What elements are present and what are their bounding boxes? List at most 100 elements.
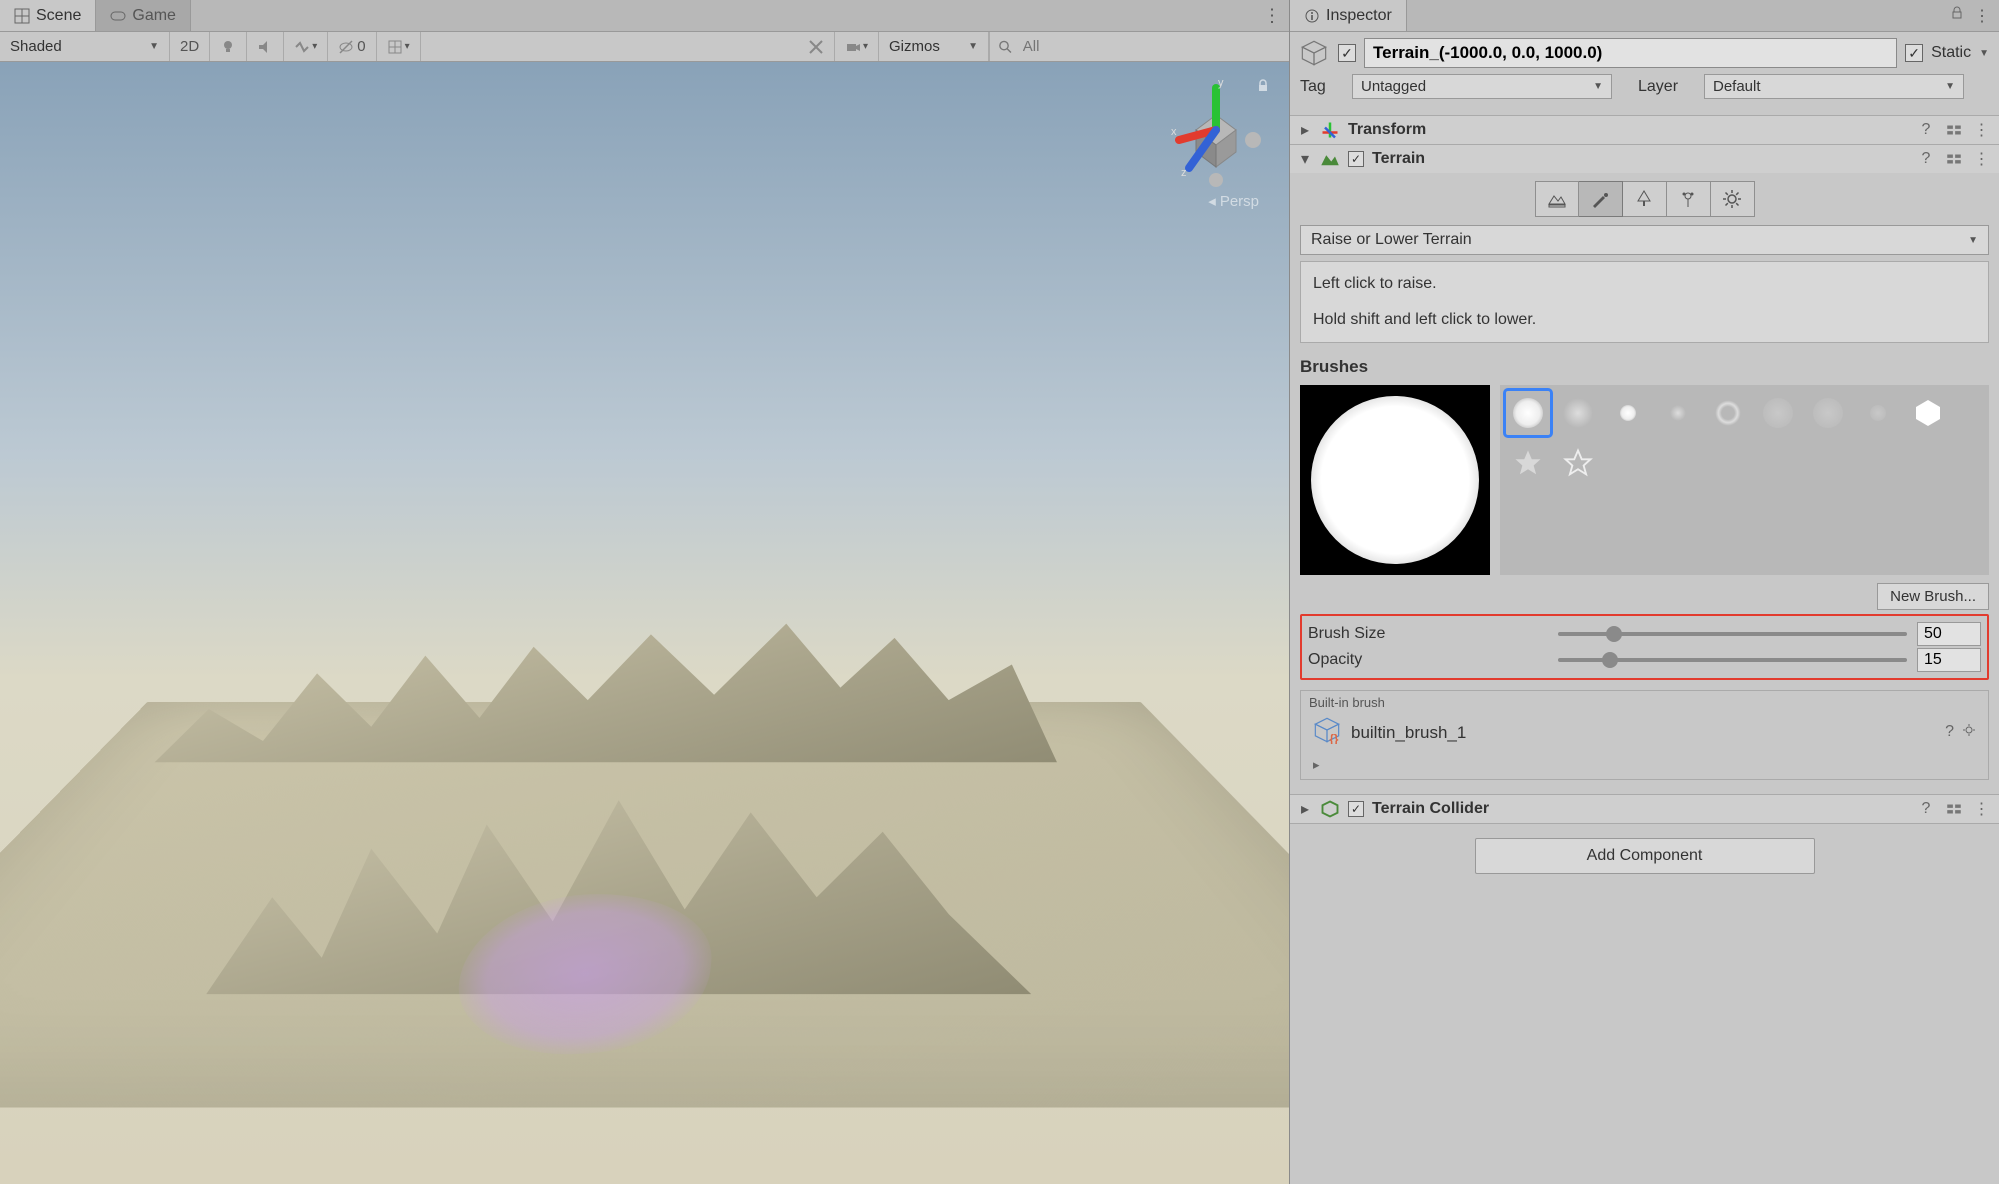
- opacity-slider[interactable]: [1558, 658, 1907, 662]
- camera-icon: [845, 39, 861, 55]
- preset-icon[interactable]: [1945, 150, 1963, 168]
- chevron-down-icon: ▼: [1968, 235, 1978, 246]
- axis-y-label: y: [1218, 80, 1224, 89]
- brush-preview: [1300, 385, 1490, 575]
- collider-icon: [1320, 799, 1340, 819]
- mountain-grid-icon: [1546, 188, 1568, 210]
- terrain-title: Terrain: [1372, 150, 1909, 168]
- preset-icon[interactable]: [1945, 121, 1963, 139]
- component-menu-icon[interactable]: ⋮: [1973, 150, 1991, 168]
- static-checkbox[interactable]: ✓: [1905, 44, 1923, 62]
- new-brush-button[interactable]: New Brush...: [1877, 583, 1989, 610]
- layer-value: Default: [1713, 78, 1761, 95]
- projection-toggle[interactable]: ◂ Persp: [1208, 192, 1259, 210]
- gear-icon[interactable]: [1962, 723, 1976, 742]
- terrain-tool-buttons: [1300, 181, 1989, 217]
- brush-thumb-2[interactable]: [1556, 391, 1600, 435]
- search-input[interactable]: [1019, 34, 1281, 59]
- gizmos-dropdown[interactable]: Gizmos ▼: [879, 32, 989, 61]
- info-icon: [1304, 8, 1320, 24]
- help-icon[interactable]: ?: [1917, 150, 1935, 168]
- tools-button[interactable]: [798, 32, 835, 61]
- inspector-lock-icon[interactable]: [1950, 6, 1964, 25]
- add-component-button[interactable]: Add Component: [1475, 838, 1815, 874]
- camera-button[interactable]: ▾: [835, 32, 879, 61]
- terrain-tool-paint[interactable]: [1579, 181, 1623, 217]
- tabs-menu-icon[interactable]: ⋮: [1263, 5, 1281, 26]
- terrain-enabled-checkbox[interactable]: ✓: [1348, 151, 1364, 167]
- terrain-collider-title: Terrain Collider: [1372, 800, 1909, 818]
- brush-thumb-7[interactable]: [1806, 391, 1850, 435]
- hint-line-1: Left click to raise.: [1313, 272, 1976, 296]
- grid-toggle-button[interactable]: ▾: [377, 32, 421, 61]
- tab-scene[interactable]: Scene: [0, 0, 96, 31]
- help-icon[interactable]: ?: [1917, 121, 1935, 139]
- brush-thumb-6[interactable]: [1756, 391, 1800, 435]
- active-checkbox[interactable]: ✓: [1338, 44, 1356, 62]
- brush-thumb-1[interactable]: [1506, 391, 1550, 435]
- brush-size-label: Brush Size: [1308, 625, 1548, 643]
- terrain-mode-dropdown[interactable]: Raise or Lower Terrain ▼: [1300, 225, 1989, 255]
- opacity-label: Opacity: [1308, 651, 1548, 669]
- eye-hidden-icon: [338, 39, 354, 55]
- expand-arrow[interactable]: ▸: [1309, 755, 1980, 775]
- scene-icon: [14, 8, 30, 24]
- object-name-input[interactable]: [1364, 38, 1897, 68]
- brush-thumb-4[interactable]: [1656, 391, 1700, 435]
- tree-icon: [1633, 188, 1655, 210]
- brush-size-input[interactable]: [1917, 622, 1981, 646]
- inspector-panel: Inspector ⋮ ✓ ✓ Static ▼ Tag Untagged▼ L…: [1290, 0, 1999, 1184]
- brush-settings-highlight: Brush Size Opacity: [1300, 614, 1989, 680]
- brush-size-row: Brush Size: [1308, 622, 1981, 646]
- expand-arrow[interactable]: ▸: [1298, 799, 1312, 819]
- game-icon: [110, 8, 126, 24]
- brush-thumb-5[interactable]: [1706, 391, 1750, 435]
- brush-size-slider[interactable]: [1558, 632, 1907, 636]
- orientation-gizmo[interactable]: y x z: [1161, 80, 1271, 190]
- lighting-toggle-button[interactable]: [210, 32, 247, 61]
- help-icon[interactable]: ?: [1917, 800, 1935, 818]
- expand-arrow[interactable]: ▸: [1298, 120, 1312, 140]
- flower-icon: [1677, 188, 1699, 210]
- inspector-menu-icon[interactable]: ⋮: [1974, 6, 1991, 26]
- speaker-icon: [257, 39, 273, 55]
- brush-thumb-8[interactable]: [1856, 391, 1900, 435]
- scene-toolbar: Shaded ▼ 2D ▾ 0 ▾ ▾ Gizmos ▼: [0, 32, 1289, 62]
- collider-enabled-checkbox[interactable]: ✓: [1348, 801, 1364, 817]
- opacity-input[interactable]: [1917, 648, 1981, 672]
- terrain-tool-trees[interactable]: [1623, 181, 1667, 217]
- hidden-objects-button[interactable]: 0: [328, 32, 376, 61]
- preset-icon[interactable]: [1945, 800, 1963, 818]
- terrain-tool-neighbor[interactable]: [1535, 181, 1579, 217]
- brush-thumb-11[interactable]: [1556, 441, 1600, 485]
- scene-viewport[interactable]: y x z ◂ Persp: [0, 62, 1289, 1184]
- terrain-tool-details[interactable]: [1667, 181, 1711, 217]
- brush-thumb-9[interactable]: [1906, 391, 1950, 435]
- chevron-down-icon: ▼: [149, 41, 159, 52]
- mode-2d-button[interactable]: 2D: [170, 32, 210, 61]
- builtin-brush-box: Built-in brush {} builtin_brush_1 ? ▸: [1300, 690, 1989, 780]
- audio-toggle-button[interactable]: [247, 32, 284, 61]
- effects-toggle-button[interactable]: ▾: [284, 32, 328, 61]
- layer-dropdown[interactable]: Default▼: [1704, 74, 1964, 99]
- tab-game[interactable]: Game: [96, 0, 191, 31]
- tag-dropdown[interactable]: Untagged▼: [1352, 74, 1612, 99]
- component-menu-icon[interactable]: ⋮: [1973, 800, 1991, 818]
- axis-z-label: z: [1181, 167, 1187, 179]
- terrain-tool-settings[interactable]: [1711, 181, 1755, 217]
- static-dropdown-icon[interactable]: ▼: [1979, 48, 1989, 59]
- shading-mode-dropdown[interactable]: Shaded ▼: [0, 32, 170, 61]
- brush-icon: [1589, 188, 1611, 210]
- hint-line-2: Hold shift and left click to lower.: [1313, 308, 1976, 332]
- script-icon: {}: [1313, 716, 1341, 749]
- chevron-down-icon: ▼: [968, 41, 978, 52]
- shading-mode-label: Shaded: [10, 38, 62, 55]
- brush-thumb-10[interactable]: [1506, 441, 1550, 485]
- help-icon[interactable]: ?: [1945, 723, 1954, 742]
- transform-icon: [1320, 120, 1340, 140]
- component-menu-icon[interactable]: ⋮: [1973, 121, 1991, 139]
- tab-inspector[interactable]: Inspector: [1290, 0, 1407, 31]
- brush-thumb-3[interactable]: [1606, 391, 1650, 435]
- expand-arrow[interactable]: ▾: [1298, 149, 1312, 169]
- chevron-left-icon: ◂: [1208, 192, 1216, 210]
